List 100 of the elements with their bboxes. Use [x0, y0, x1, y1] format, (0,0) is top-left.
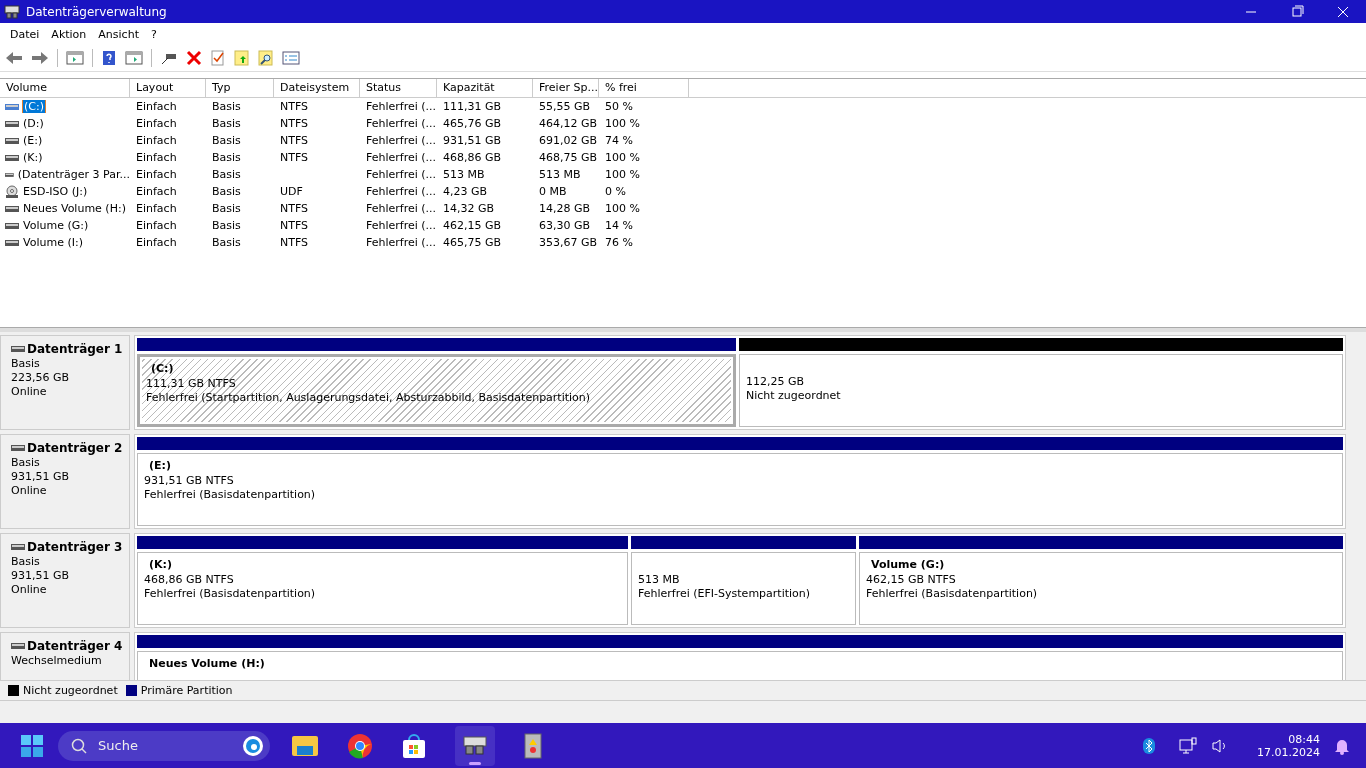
partition-panel[interactable]: (C:) 111,31 GB NTFS Fehlerfrei (Startpartition, Auslagerungsdatei, Absturzabbild, Basisdatenpartition) — [137, 354, 736, 427]
drive-icon — [11, 346, 25, 352]
table-cell: Fehlerfrei (... — [366, 134, 437, 147]
disk-info: Wechselmedium — [11, 654, 102, 667]
search-icon[interactable] — [258, 50, 274, 66]
partition-info: 468,86 GB NTFS — [144, 573, 234, 586]
column-header[interactable]: Volume — [0, 79, 130, 97]
table-cell: Einfach — [136, 117, 177, 130]
document-warning-icon[interactable] — [523, 732, 543, 759]
store-bag-icon[interactable] — [401, 732, 427, 759]
partition-panel[interactable]: Volume (G:) 462,15 GB NTFS Fehlerfrei (Basisdatenpartition) — [859, 552, 1343, 625]
folder-icon[interactable] — [291, 733, 319, 758]
drive-label[interactable]: (C:) — [23, 100, 45, 113]
partition-title: Volume (G:) — [870, 558, 945, 572]
browser-icon[interactable] — [347, 732, 373, 759]
column-header[interactable]: Kapazität — [437, 79, 533, 97]
table-cell: 0 MB — [539, 185, 567, 198]
drive-label[interactable]: Volume (I:) — [23, 236, 83, 249]
table-cell: Einfach — [136, 151, 177, 164]
drive-label[interactable]: Volume (G:) — [23, 219, 89, 232]
table-cell: 55,55 GB — [539, 100, 591, 113]
column-header[interactable]: Typ — [206, 79, 274, 97]
table-cell: Einfach — [136, 202, 177, 215]
drive-label[interactable]: (K:) — [23, 151, 43, 164]
table-cell: 931,51 GB — [443, 134, 502, 147]
partition-title: (C:) — [150, 362, 174, 376]
table-cell: 464,12 GB — [539, 117, 598, 130]
partition-panel[interactable]: 513 MB Fehlerfrei (EFI-Systempartition) — [631, 552, 856, 625]
menu-item[interactable]: ? — [144, 27, 163, 41]
disk-name: Datenträger 2 — [27, 441, 123, 455]
table-cell: 14,32 GB — [443, 202, 495, 215]
clock-time[interactable]: 08:44 — [1288, 732, 1320, 746]
table-cell: Basis — [212, 185, 241, 198]
column-header[interactable]: Layout — [130, 79, 206, 97]
table-cell: Einfach — [136, 168, 177, 181]
drive-label[interactable]: ESD-ISO (J:) — [23, 185, 88, 198]
disk-info: Basis — [11, 555, 40, 568]
help-icon[interactable] — [101, 50, 117, 66]
drive-icon — [5, 154, 19, 161]
table-cell: Einfach — [136, 219, 177, 232]
disk-info: 931,51 GB — [11, 569, 70, 582]
column-header[interactable]: Dateisystem — [274, 79, 360, 97]
drive-label[interactable]: (Datenträger 3 Par... — [17, 168, 130, 181]
partition-info: Fehlerfrei (Basisdatenpartition) — [144, 488, 316, 501]
menu-item[interactable]: Aktion — [45, 27, 93, 41]
search-field[interactable]: Suche — [58, 730, 270, 761]
partition-panel[interactable]: Neues Volume (H:) — [137, 651, 1343, 680]
folder-up-icon[interactable] — [234, 50, 250, 66]
disk-label-panel[interactable]: Datenträger 1 Basis 223,56 GB Online — [0, 335, 130, 430]
partition-panel[interactable]: (K:) 468,86 GB NTFS Fehlerfrei (Basisdatenpartition) — [137, 552, 628, 625]
column-header[interactable]: Freier Sp... — [533, 79, 599, 97]
disk-label-panel[interactable]: Datenträger 2 Basis 931,51 GB Online — [0, 434, 130, 529]
disk-info: Online — [11, 484, 47, 497]
column-header[interactable]: Status — [360, 79, 437, 97]
menu-item[interactable]: Datei — [4, 27, 46, 41]
column-header[interactable]: % frei — [599, 79, 689, 97]
partition-panel[interactable]: 112,25 GB Nicht zugeordnet — [738, 354, 1343, 427]
table-cell: 513 MB — [443, 168, 485, 181]
network-icon[interactable] — [1179, 736, 1197, 755]
table-cell: 14 % — [605, 219, 633, 232]
drive-label[interactable]: (D:) — [23, 117, 44, 130]
table-cell: NTFS — [280, 151, 309, 164]
checklist-icon[interactable] — [210, 50, 226, 66]
disk-label-panel[interactable]: Datenträger 3 Basis 931,51 GB Online — [0, 533, 130, 628]
partition-title: Neues Volume (H:) — [148, 657, 265, 671]
table-cell: Basis — [212, 168, 241, 181]
table-cell: 111,31 GB — [443, 100, 502, 113]
partition-info: Fehlerfrei (EFI-Systempartition) — [638, 587, 811, 600]
delete-icon[interactable] — [186, 50, 202, 66]
bluetooth-icon[interactable] — [1143, 737, 1155, 754]
table-cell: Basis — [212, 134, 241, 147]
table-cell: 465,76 GB — [443, 117, 502, 130]
disk-drive-icon[interactable] — [455, 725, 495, 766]
forward-arrow-icon[interactable] — [31, 50, 49, 66]
partition-info: 111,31 GB NTFS — [146, 377, 236, 390]
partition-info: Fehlerfrei (Basisdatenpartition) — [866, 587, 1038, 600]
table-cell: UDF — [280, 185, 303, 198]
table-cell: NTFS — [280, 117, 309, 130]
disk-label-panel[interactable]: Datenträger 4 Wechselmedium — [0, 632, 130, 680]
partition-panel[interactable]: (E:) 931,51 GB NTFS Fehlerfrei (Basisdatenpartition) — [137, 453, 1343, 526]
drive-icon — [5, 103, 19, 110]
menu-item[interactable]: Ansicht — [92, 27, 145, 41]
table-cell: 100 % — [605, 202, 640, 215]
disk-info: Online — [11, 385, 47, 398]
table-cell: NTFS — [280, 219, 309, 232]
drive-icon — [5, 239, 19, 246]
table-cell: Basis — [212, 236, 241, 249]
table-cell: Einfach — [136, 236, 177, 249]
drive-label[interactable]: Neues Volume (H:) — [23, 202, 126, 215]
table-cell: 468,75 GB — [539, 151, 598, 164]
disk-info: Online — [11, 583, 47, 596]
start-icon[interactable] — [20, 733, 44, 758]
back-arrow-icon[interactable] — [5, 50, 23, 66]
table-cell: 4,23 GB — [443, 185, 488, 198]
clock-date[interactable]: 17.01.2024 — [1257, 745, 1320, 759]
table-cell: 462,15 GB — [443, 219, 502, 232]
partition-info: 112,25 GB — [745, 375, 805, 388]
partition-title: (K:) — [148, 558, 172, 572]
drive-icon — [5, 222, 19, 229]
drive-label[interactable]: (E:) — [23, 134, 43, 147]
